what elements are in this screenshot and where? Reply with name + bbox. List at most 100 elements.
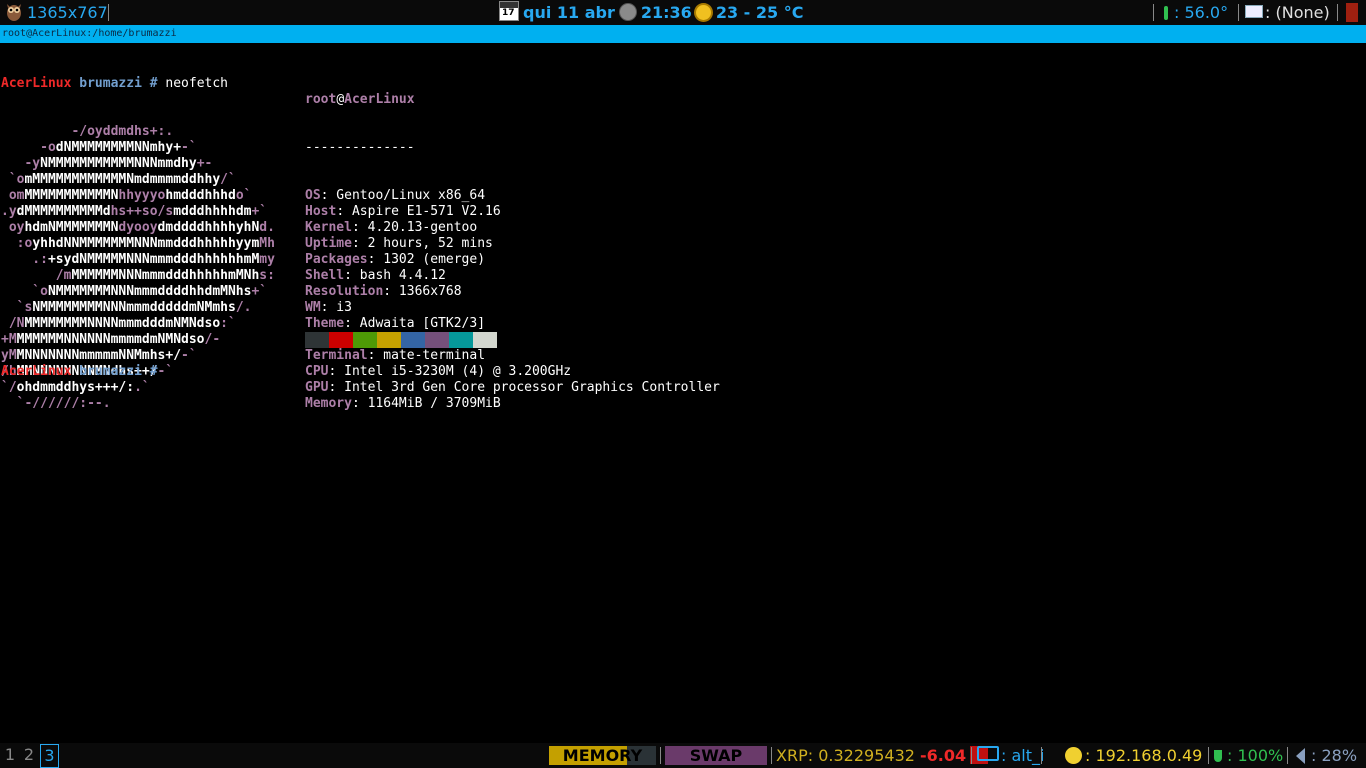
info-rows: OS: Gentoo/Linux x86_64 Host: Aspire E1-5… — [305, 188, 720, 412]
logo-segment: NMMMMMMMMMMMNNNmmdhy — [40, 156, 197, 171]
logo-line: -odNMMMMMMMMNNmhy+-` — [1, 140, 275, 156]
datetime-block[interactable]: qui 11 abr 21:36 23 - 25 °C — [499, 0, 803, 25]
logo-segment: o` — [235, 188, 252, 203]
network-ip: : 192.168.0.49 — [1065, 743, 1202, 768]
logo-segment: +M — [1, 332, 17, 347]
info-row: WM: i3 — [305, 300, 720, 316]
keyboard-layout[interactable]: : alt_i — [977, 743, 1044, 768]
info-row: Resolution: 1366x768 — [305, 284, 720, 300]
info-row: CPU: Intel i5-3230M (4) @ 3.200GHz — [305, 364, 720, 380]
logo-line: omMMMMMMMMMMMNhhyyyohmdddhhhdo` — [1, 188, 275, 204]
logo-segment: om — [1, 188, 25, 203]
bottom-status-bar: 1 2 3 MEMORY SWAP XRP: 0.32295432 -6.04 … — [0, 743, 1366, 768]
swap-label: SWAP — [689, 746, 743, 765]
logo-line: :oyhhdNNMMMMMMMNNNmmdddhhhhhyymMh — [1, 236, 275, 252]
logo-segment: :` — [220, 316, 236, 331]
prompt-line-2: AcerLinux brumazzi # — [1, 364, 158, 380]
separator — [108, 4, 109, 21]
logo-segment: -o — [1, 140, 56, 155]
logo-segment: +` — [251, 204, 268, 219]
logo-segment: MMMMMMMMMMMN — [24, 188, 119, 203]
info-key: Uptime — [305, 236, 352, 251]
info-value: : Adwaita [GTK2/3] — [344, 316, 486, 331]
info-value: : 1302 (emerge) — [367, 252, 486, 267]
logo-segment: hmdddhhhd — [165, 188, 236, 203]
palette-swatch — [401, 332, 425, 348]
top-status-bar: 1365x767 qui 11 abr 21:36 23 - 25 °C : 56.… — [0, 0, 1366, 25]
logo-segment: dyooy — [118, 220, 158, 235]
info-at: @ — [336, 92, 345, 107]
prompt-host: AcerLinux — [1, 364, 72, 379]
info-value: : Gentoo/Linux x86_64 — [320, 188, 486, 203]
logo-segment: MMMMMMMMNNNNmmmdddmNMNdso — [24, 316, 221, 331]
logo-segment: my — [259, 252, 275, 267]
logo-segment: hhyyyo — [118, 188, 166, 203]
xrp-price: 0.32295432 — [818, 746, 915, 765]
prompt-dir: brumazzi — [79, 76, 142, 91]
logo-line: `/ohdmmddhys+++/:.` — [1, 380, 275, 396]
workspace-3[interactable]: 3 — [40, 744, 59, 768]
info-row: Memory: 1164MiB / 3709MiB — [305, 396, 720, 412]
info-value: : mate-terminal — [367, 348, 486, 363]
logo-line: .ydMMMMMMMMMMdhs++so/smdddhhhhdm+` — [1, 204, 275, 220]
palette-swatch — [449, 332, 473, 348]
info-value: : Aspire E1-571 V2.16 — [336, 204, 501, 219]
logo-segment: /m — [1, 268, 72, 283]
logo-segment: -` — [181, 140, 197, 155]
speaker-icon — [1296, 748, 1305, 764]
logo-line: /NMMMMMMMMNNNNmmmdddmNMNdso:` — [1, 316, 275, 332]
separator — [1287, 747, 1288, 764]
logo-segment: hdmNMMMMMMMN — [24, 220, 119, 235]
color-palette — [305, 332, 497, 348]
info-row: Shell: bash 4.4.12 — [305, 268, 720, 284]
logo-segment: /N — [1, 316, 25, 331]
weather-text: 23 - 25 °C — [715, 3, 804, 22]
logo-segment: mMMMMMMMMMMMMNmdmmmmddhhy — [24, 172, 221, 187]
palette-swatch — [377, 332, 401, 348]
separator — [771, 747, 772, 764]
separator — [971, 747, 972, 764]
prompt-host: AcerLinux — [1, 76, 72, 91]
info-key: Terminal — [305, 348, 368, 363]
logo-segment: `s — [1, 300, 33, 315]
palette-swatch — [425, 332, 449, 348]
info-key: Resolution — [305, 284, 384, 299]
info-row: Uptime: 2 hours, 52 mins — [305, 236, 720, 252]
logo-line: -yNMMMMMMMMMMMNNNmmdhy+- — [1, 156, 275, 172]
logo-segment: dMMMMMMMMMMd — [16, 204, 111, 219]
resolution-block: 1365x767 — [6, 0, 108, 25]
palette-swatch — [329, 332, 353, 348]
logo-line: `sNMMMMMMMMNNNmmmdddddmNMmhs/. — [1, 300, 275, 316]
logo-segment: -y — [1, 156, 41, 171]
info-value: : Intel 3rd Gen Core processor Graphics … — [328, 380, 720, 395]
volume-status[interactable]: : 28% — [1296, 743, 1357, 768]
info-value: : Intel i5-3230M (4) @ 3.200GHz — [328, 364, 572, 379]
logo-line: yMMNNNNNNNmmmmmNNMmhs+/-` — [1, 348, 275, 364]
logo-segment: hs++so/s — [110, 204, 174, 219]
info-key: OS — [305, 188, 321, 203]
logo-segment: ohdmmddhys+++/: — [16, 380, 135, 395]
logo-segment: NMMMMMMMMNNNmmmdddddmNMmhs — [32, 300, 236, 315]
logo-segment: +` — [251, 284, 268, 299]
workspace-1[interactable]: 1 — [3, 744, 17, 766]
logo-line: -/oyddmdhs+:. — [1, 124, 275, 140]
resolution-text: 1365x767 — [27, 3, 108, 22]
owl-icon — [6, 3, 22, 21]
terminal-title-bar[interactable]: root@AcerLinux:/home/brumazzi — [0, 25, 1366, 43]
prompt-line: AcerLinux brumazzi # neofetch — [1, 76, 275, 92]
info-row: Terminal: mate-terminal — [305, 348, 720, 364]
window-title-block: : (None) — [1245, 0, 1330, 25]
prompt-symbol: # — [149, 76, 158, 91]
logo-segment: dNMMMMMMMMNNmhy+ — [55, 140, 182, 155]
logo-segment: /` — [220, 172, 236, 187]
info-row: Packages: 1302 (emerge) — [305, 252, 720, 268]
logo-segment: -` — [157, 364, 174, 379]
info-key: Kernel — [305, 220, 352, 235]
prompt-command: neofetch — [165, 76, 229, 91]
keyboard-icon — [977, 746, 999, 761]
logo-segment: /. — [235, 300, 252, 315]
separator — [1208, 747, 1209, 764]
palette-swatch — [473, 332, 497, 348]
workspace-2[interactable]: 2 — [22, 744, 36, 766]
logo-line: oyhdmNMMMMMMMNdyooydmddddhhhhyhNd. — [1, 220, 275, 236]
